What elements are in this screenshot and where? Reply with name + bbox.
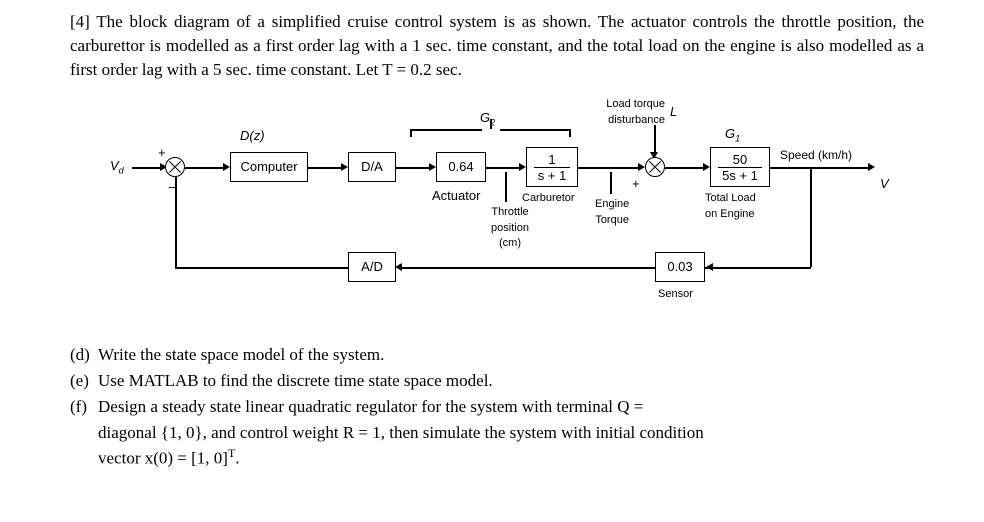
q-d-tag: (d)	[70, 343, 98, 367]
q-f-line3: vector x(0) = [1, 0]T.	[70, 445, 924, 470]
sj2-plus: +	[632, 175, 640, 193]
disturbance-label: Load torque disturbance	[590, 97, 665, 128]
question-list: (d) Write the state space model of the s…	[70, 343, 924, 470]
sensor-label: Sensor	[658, 287, 693, 302]
summing-junction-1	[165, 157, 185, 177]
carburetor-block: 1 s + 1	[526, 147, 578, 187]
sj1-plus: +	[158, 144, 166, 162]
ad-block: A/D	[348, 252, 396, 282]
output-v: V	[880, 175, 889, 193]
engine-torque-label: Engine Torque	[595, 197, 629, 228]
sensor-block: 0.03	[655, 252, 705, 282]
q-f-line2: diagonal {1, 0}, and control weight R = …	[70, 421, 924, 445]
speed-label: Speed (km/h)	[780, 147, 852, 164]
block-diagram: Vd + − D(z) Computer D/A G2 0.64 Actuato…	[110, 97, 930, 327]
q-e-tag: (e)	[70, 369, 98, 393]
intro-text: The block diagram of a simplified cruise…	[70, 12, 924, 79]
input-vd: Vd	[110, 157, 124, 177]
q-f-tag: (f)	[70, 395, 98, 419]
problem-number: [4]	[70, 12, 90, 31]
question-e: (e) Use MATLAB to find the discrete time…	[70, 369, 924, 393]
actuator-label: Actuator	[432, 187, 480, 205]
question-f: (f) Design a steady state linear quadrat…	[70, 395, 924, 419]
question-d: (d) Write the state space model of the s…	[70, 343, 924, 367]
throttle-label: Throttle position (cm)	[480, 205, 540, 251]
problem-intro: [4] The block diagram of a simplified cr…	[70, 10, 924, 81]
computer-block: Computer	[230, 152, 308, 182]
carburetor-label: Carburetor	[522, 191, 575, 206]
q-e-body: Use MATLAB to find the discrete time sta…	[98, 369, 924, 393]
summing-junction-2	[645, 157, 665, 177]
actuator-block: 0.64	[436, 152, 486, 182]
dz-label: D(z)	[240, 127, 265, 145]
q-d-body: Write the state space model of the syste…	[98, 343, 924, 367]
g1-label: G1	[725, 125, 740, 145]
q-f-line1: Design a steady state linear quadratic r…	[98, 395, 924, 419]
da-block: D/A	[348, 152, 396, 182]
total-load-block: 50 5s + 1	[710, 147, 770, 187]
disturbance-symbol: L	[670, 103, 677, 121]
g2-label: G2	[480, 109, 495, 129]
total-load-label: Total Load on Engine	[705, 191, 756, 222]
